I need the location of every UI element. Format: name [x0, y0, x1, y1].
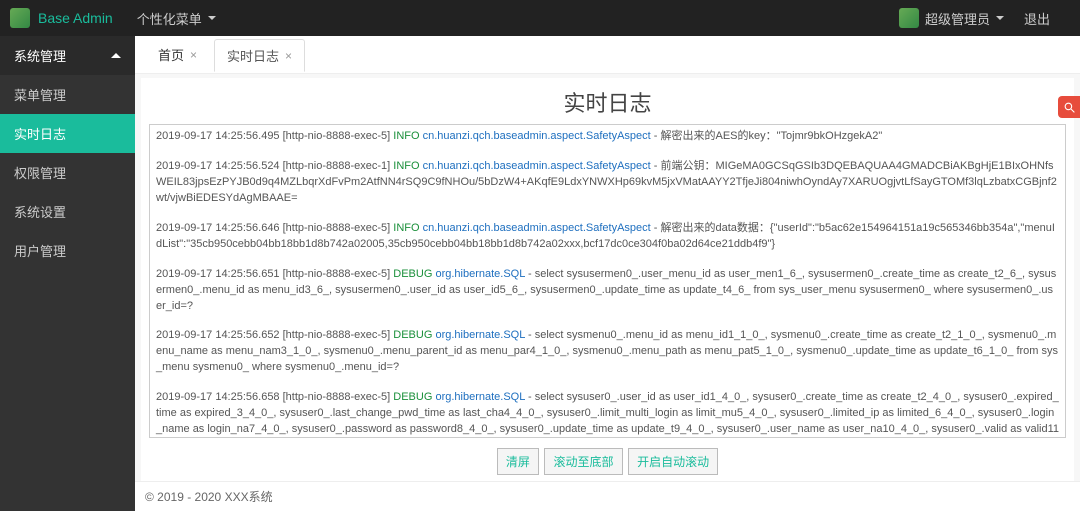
caret-down-icon — [208, 16, 216, 20]
log-viewer[interactable]: 2019-09-17 14:25:56.495 [http-nio-8888-e… — [149, 124, 1066, 438]
sidebar-item[interactable]: 菜单管理 — [0, 75, 135, 114]
log-timestamp: 2019-09-17 14:25:56.651 [http-nio-8888-e… — [156, 268, 393, 280]
log-timestamp: 2019-09-17 14:25:56.652 [http-nio-8888-e… — [156, 329, 393, 341]
nav-user-dropdown[interactable]: 超级管理员 — [925, 9, 1004, 28]
float-search-button[interactable] — [1058, 96, 1080, 118]
nav-logout[interactable]: 退出 — [1024, 9, 1050, 28]
tab-bar: 首页 × 实时日志 × — [135, 36, 1080, 74]
log-message: - 解密出来的AES的key："Tojmr9bkOHzgekA2" — [651, 130, 883, 142]
auto-scroll-button[interactable]: 开启自动滚动 — [628, 448, 718, 475]
log-timestamp: 2019-09-17 14:25:56.495 [http-nio-8888-e… — [156, 130, 393, 142]
log-button-row: 清屏 滚动至底部 开启自动滚动 — [141, 442, 1074, 481]
log-entry: 2019-09-17 14:25:56.658 [http-nio-8888-e… — [156, 390, 1059, 438]
top-navbar: Base Admin 个性化菜单 超级管理员 退出 — [0, 0, 1080, 36]
sidebar-header-label: 系统管理 — [14, 46, 66, 65]
sidebar-item[interactable]: 系统设置 — [0, 192, 135, 231]
log-level: INFO — [393, 130, 419, 142]
user-avatar-icon[interactable] — [899, 8, 919, 28]
clear-button[interactable]: 清屏 — [497, 448, 539, 475]
scroll-bottom-button[interactable]: 滚动至底部 — [544, 448, 622, 475]
nav-personalize-label: 个性化菜单 — [137, 9, 202, 28]
close-icon[interactable]: × — [285, 49, 292, 63]
log-level: DEBUG — [393, 268, 432, 280]
tab-label: 首页 — [158, 45, 184, 64]
log-logger: cn.huanzi.qch.baseadmin.aspect.SafetyAsp… — [423, 222, 651, 234]
log-timestamp: 2019-09-17 14:25:56.646 [http-nio-8888-e… — [156, 222, 393, 234]
log-entry: 2019-09-17 14:25:56.646 [http-nio-8888-e… — [156, 221, 1059, 253]
caret-down-icon — [996, 16, 1004, 20]
chevron-up-icon — [111, 53, 121, 58]
search-icon — [1063, 101, 1076, 114]
brand-logo-icon — [10, 8, 30, 28]
sidebar-item-label: 权限管理 — [14, 163, 66, 182]
footer: © 2019 - 2020 XXX系统 — [135, 481, 1080, 511]
log-level: INFO — [393, 222, 419, 234]
log-level: INFO — [393, 160, 419, 172]
log-timestamp: 2019-09-17 14:25:56.524 [http-nio-8888-e… — [156, 160, 393, 172]
sidebar-header-system[interactable]: 系统管理 — [0, 36, 135, 75]
page-title: 实时日志 — [141, 78, 1074, 124]
main-area: 首页 × 实时日志 × 实时日志 2019-09-17 14:25:56.495 [h… — [135, 36, 1080, 511]
log-logger: org.hibernate.SQL — [435, 329, 524, 341]
log-logger: cn.huanzi.qch.baseadmin.aspect.SafetyAsp… — [423, 160, 651, 172]
nav-personalize-menu[interactable]: 个性化菜单 — [137, 9, 216, 28]
log-logger: cn.huanzi.qch.baseadmin.aspect.SafetyAsp… — [423, 130, 651, 142]
brand-title[interactable]: Base Admin — [38, 10, 113, 26]
sidebar-item-label: 实时日志 — [14, 124, 66, 143]
sidebar-item[interactable]: 用户管理 — [0, 231, 135, 270]
sidebar-item-label: 用户管理 — [14, 241, 66, 260]
nav-user-label: 超级管理员 — [925, 9, 990, 28]
log-entry: 2019-09-17 14:25:56.652 [http-nio-8888-e… — [156, 328, 1059, 376]
log-entry: 2019-09-17 14:25:56.495 [http-nio-8888-e… — [156, 129, 1059, 145]
sidebar-item-label: 系统设置 — [14, 202, 66, 221]
sidebar-item[interactable]: 权限管理 — [0, 153, 135, 192]
tab-label: 实时日志 — [227, 46, 279, 65]
log-timestamp: 2019-09-17 14:25:56.658 [http-nio-8888-e… — [156, 391, 393, 403]
log-logger: org.hibernate.SQL — [435, 391, 524, 403]
sidebar-item-label: 菜单管理 — [14, 85, 66, 104]
tab[interactable]: 首页 × — [145, 38, 210, 71]
footer-text: © 2019 - 2020 XXX系统 — [145, 488, 273, 505]
log-entry: 2019-09-17 14:25:56.524 [http-nio-8888-e… — [156, 159, 1059, 207]
sidebar: 系统管理 菜单管理实时日志权限管理系统设置用户管理 — [0, 36, 135, 511]
close-icon[interactable]: × — [190, 48, 197, 62]
sidebar-item[interactable]: 实时日志 — [0, 114, 135, 153]
page-area: 实时日志 2019-09-17 14:25:56.495 [http-nio-8… — [141, 78, 1074, 481]
log-level: DEBUG — [393, 391, 432, 403]
tab[interactable]: 实时日志 × — [214, 39, 305, 72]
log-entry: 2019-09-17 14:25:56.651 [http-nio-8888-e… — [156, 267, 1059, 315]
log-level: DEBUG — [393, 329, 432, 341]
log-logger: org.hibernate.SQL — [435, 268, 524, 280]
